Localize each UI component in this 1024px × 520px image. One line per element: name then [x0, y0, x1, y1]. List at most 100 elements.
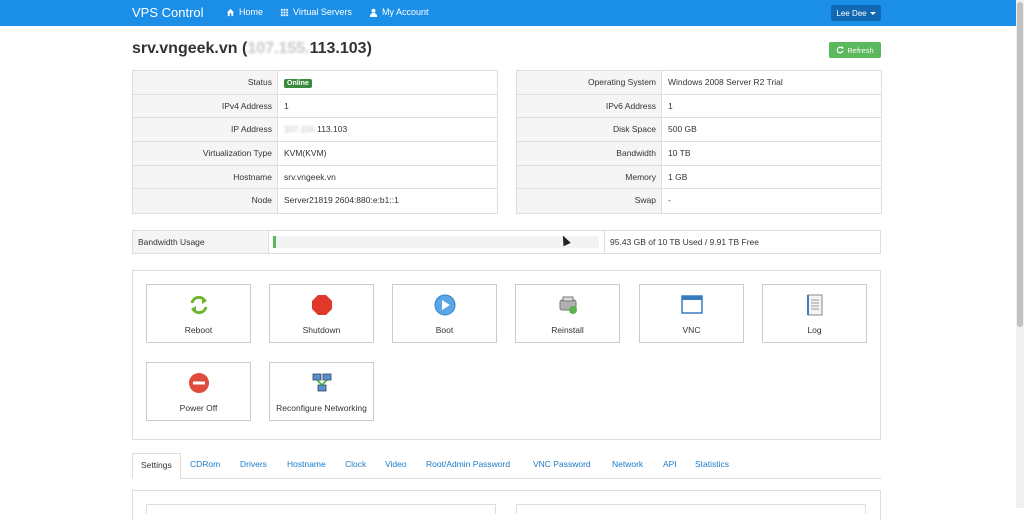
- action-label: Shutdown: [302, 325, 341, 335]
- nav-virtual-servers-label: Virtual Servers: [293, 7, 352, 17]
- reinstall-icon: [557, 294, 579, 316]
- action-label: VNC: [682, 325, 701, 335]
- action-label: Log: [807, 325, 822, 335]
- tab-drivers[interactable]: Drivers: [240, 459, 267, 469]
- bandwidth-text: 95.43 GB of 10 TB Used / 9.91 TB Free: [610, 237, 759, 247]
- top-navbar: VPS Control Home Virtual Servers My Acco…: [0, 0, 1016, 26]
- tab-vnc-password[interactable]: VNC Password: [533, 459, 591, 469]
- bandwidth-label: Bandwidth Usage: [133, 231, 269, 253]
- info-label: IP Address: [133, 118, 278, 142]
- info-value: 1: [668, 100, 673, 111]
- tab-api[interactable]: API: [663, 459, 677, 469]
- reconfigure-networking-button[interactable]: Reconfigure Networking: [269, 362, 374, 421]
- nav-home-label: Home: [239, 7, 264, 17]
- actions-panel: Reboot Shutdown Boot Reinstall VNC Log P…: [132, 270, 881, 440]
- bandwidth-bar-cell: [269, 231, 605, 253]
- tab-video[interactable]: Video: [385, 459, 407, 469]
- boot-button[interactable]: Boot: [392, 284, 497, 343]
- info-value: 10 TB: [668, 148, 691, 159]
- server-info-table: Status Online IPv4 Address 1 IP Address …: [132, 70, 498, 215]
- info-value: Server21819 2604:880:e:b1::1: [284, 195, 399, 206]
- info-row-hostname: Hostname srv.vngeek.vn: [133, 165, 497, 190]
- reboot-icon: [188, 294, 210, 316]
- info-value: KVM(KVM): [284, 148, 327, 159]
- tab-clock[interactable]: Clock: [345, 459, 366, 469]
- action-label: Reboot: [184, 325, 213, 335]
- info-label: IPv4 Address: [133, 94, 278, 118]
- shutdown-button[interactable]: Shutdown: [269, 284, 374, 343]
- vnc-button[interactable]: VNC: [639, 284, 744, 343]
- info-row-virtualization: Virtualization Type KVM(KVM): [133, 142, 497, 166]
- info-label: IPv6 Address: [517, 94, 662, 118]
- refresh-icon: [837, 46, 844, 54]
- info-value: 500 GB: [668, 124, 697, 135]
- user-menu-label: Lee Dee: [836, 8, 867, 18]
- info-label: Disk Space: [517, 118, 662, 142]
- reboot-button[interactable]: Reboot: [146, 284, 251, 343]
- shutdown-icon: [311, 294, 333, 316]
- power-off-button[interactable]: Power Off: [146, 362, 251, 421]
- scrollbar-thumb[interactable]: [1017, 2, 1023, 327]
- info-label: Status: [133, 71, 278, 94]
- info-row-disk: Disk Space 500 GB: [517, 118, 881, 143]
- nav-virtual-servers[interactable]: Virtual Servers: [280, 7, 352, 17]
- info-row-node: Node Server21819 2604:880:e:b1::1: [133, 189, 497, 214]
- nav-my-account-label: My Account: [382, 7, 429, 17]
- info-row-os: Operating System Windows 2008 Server R2 …: [517, 71, 881, 95]
- log-button[interactable]: Log: [762, 284, 867, 343]
- page-scrollbar[interactable]: [1016, 0, 1024, 508]
- vnc-icon: [680, 294, 703, 316]
- log-icon: [804, 294, 826, 316]
- ip-visible: 113.103: [309, 40, 367, 57]
- info-label: Operating System: [517, 71, 662, 94]
- info-value: 107.155.113.103: [278, 118, 497, 141]
- user-menu-button[interactable]: Lee Dee: [831, 5, 881, 21]
- grid-icon: [280, 8, 289, 16]
- info-label: Memory: [517, 165, 662, 189]
- tab-hostname[interactable]: Hostname: [287, 459, 326, 469]
- action-label: Power Off: [179, 403, 218, 413]
- reinstall-button[interactable]: Reinstall: [515, 284, 620, 343]
- settings-right-table: [516, 504, 866, 514]
- ip-redacted: 107.155.: [247, 40, 310, 57]
- info-row-swap: Swap -: [517, 189, 881, 214]
- tab-statistics[interactable]: Statistics: [695, 459, 729, 469]
- tab-root-admin-password[interactable]: Root/Admin Password: [426, 459, 510, 469]
- tab-network[interactable]: Network: [612, 459, 643, 469]
- settings-left-table: [146, 504, 496, 514]
- refresh-button[interactable]: Refresh: [829, 42, 881, 58]
- bandwidth-progress-fill: [273, 236, 277, 248]
- info-label: Swap: [517, 189, 662, 214]
- info-row-memory: Memory 1 GB: [517, 165, 881, 190]
- brand-link[interactable]: VPS Control: [132, 5, 204, 20]
- power-off-icon: [188, 372, 210, 394]
- tab-settings[interactable]: Settings: [132, 453, 181, 479]
- server-hostname: srv.vngeek.vn: [132, 40, 238, 57]
- refresh-label: Refresh: [847, 45, 874, 55]
- action-label: Boot: [435, 325, 454, 335]
- info-row-bandwidth: Bandwidth 10 TB: [517, 142, 881, 166]
- user-icon: [369, 8, 378, 17]
- info-value: 1 GB: [668, 171, 688, 182]
- nav-home[interactable]: Home: [226, 7, 263, 17]
- caret-down-icon: [869, 11, 876, 15]
- nav-my-account[interactable]: My Account: [369, 7, 429, 17]
- info-value: -: [668, 195, 671, 206]
- home-icon: [226, 8, 235, 16]
- info-value: Windows 2008 Server R2 Trial: [668, 77, 783, 87]
- info-row-ip: IP Address 107.155.113.103: [133, 118, 497, 143]
- info-label: Bandwidth: [517, 142, 662, 165]
- settings-tabs: Settings CDRom Drivers Hostname Clock Vi…: [132, 453, 881, 479]
- info-value: srv.vngeek.vn: [284, 171, 336, 182]
- bandwidth-progress-track: [273, 236, 599, 248]
- status-badge: Online: [284, 79, 312, 88]
- info-row-ipv6: IPv6 Address 1: [517, 94, 881, 119]
- action-label: Reinstall: [551, 325, 584, 335]
- info-label: Hostname: [133, 165, 278, 189]
- info-value: 1: [284, 100, 289, 111]
- ip-visible: 113.103: [317, 124, 348, 135]
- action-label: Reconfigure Networking: [276, 403, 367, 413]
- ip-redacted: 107.155.: [284, 124, 318, 135]
- tab-cdrom[interactable]: CDRom: [190, 459, 220, 469]
- info-row-status: Status Online: [133, 71, 497, 95]
